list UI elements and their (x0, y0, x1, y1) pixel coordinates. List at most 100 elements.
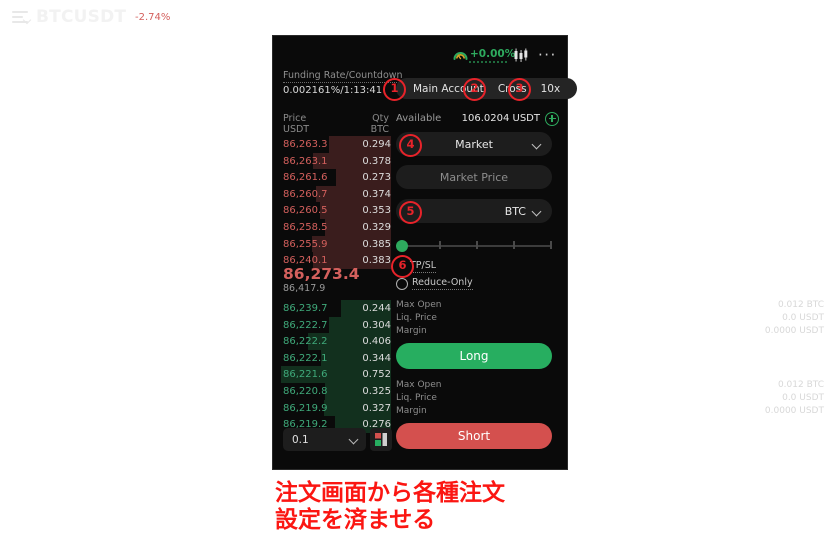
callout-6: 6 (391, 255, 414, 278)
orderbook-qty: 0.294 (362, 139, 391, 150)
funding-rate-value: 0.002161%/1:13:41 (283, 85, 383, 96)
stat-label: Liq. Price (396, 313, 437, 323)
available-value: 106.0204 USDT (461, 113, 540, 124)
quantity-unit: BTC (504, 205, 526, 218)
orderbook-row[interactable]: 86,222.2 0.406 (281, 333, 391, 350)
orderbook-qty: 0.244 (362, 303, 391, 314)
callout-3: 3 (508, 78, 531, 101)
stat-value: 0.0 USDT (782, 393, 824, 403)
orderbook-row[interactable]: 86,258.5 0.329 (281, 219, 391, 236)
orderbook-qty: 0.378 (362, 155, 391, 167)
orderbook-price: 86,222.2 (283, 336, 328, 348)
quantity-slider[interactable] (396, 240, 552, 252)
stat-label: Margin (396, 326, 427, 336)
orderbook-qty: 0.752 (362, 369, 391, 381)
long-button[interactable]: Long (396, 343, 552, 369)
orderbook-price: 86,255.9 (283, 238, 328, 250)
slider-handle[interactable] (396, 240, 408, 252)
stat-label: Max Open (396, 300, 442, 310)
orderbook-mid-price: 86,273.4 (283, 265, 360, 283)
price-placeholder: Market Price (439, 171, 509, 184)
orderbook-price: 86,239.7 (283, 303, 328, 314)
orderbook-price: 86,222.7 (283, 319, 328, 331)
more-options-icon[interactable]: ··· (538, 48, 557, 63)
stat-value: 0.012 BTC (777, 380, 824, 390)
slider-tick (476, 241, 478, 249)
funding-rate-label: Funding Rate/Countdown (283, 70, 403, 83)
short-button[interactable]: Short (396, 423, 552, 449)
orderbook-qty: 0.385 (362, 238, 391, 250)
orderbook-qty: 0.406 (362, 336, 391, 348)
orderbook-qty: 0.327 (362, 402, 391, 414)
tick-size-value: 0.1 (292, 434, 309, 446)
orderbook-price: 86,260.5 (283, 205, 328, 217)
orderbook-row[interactable]: 86,220.8 0.325 (281, 383, 391, 400)
orderbook-price: 86,263.3 (283, 139, 328, 150)
orderbook-price: 86,261.6 (283, 172, 328, 184)
orderbook-qty: 0.273 (362, 172, 391, 184)
callout-1: 1 (383, 78, 406, 101)
orderbook-price-unit: USDT (283, 124, 310, 135)
tick-size-select[interactable]: 0.1 (283, 428, 366, 451)
orderbook-price: 86,220.8 (283, 386, 328, 397)
symbol-change: -2.74% (135, 12, 171, 23)
screenshot-root: BTCUSDT -2.74% +0.00% ··· Funding Rate/C… (0, 0, 840, 560)
orderbook-qty: 0.383 (362, 255, 391, 267)
reduce-only-label[interactable]: Reduce-Only (412, 277, 473, 290)
orderbook-row[interactable]: 86,219.9 0.327 (281, 399, 391, 417)
reduce-only-radio[interactable] (396, 278, 408, 290)
price-input[interactable]: Market Price (396, 165, 552, 189)
orderbook-row[interactable]: 86,260.7 0.374 (281, 185, 391, 203)
orderbook-price: 86,222.1 (283, 352, 328, 364)
orderbook-qty-header: Qty (372, 113, 389, 124)
chevron-down-icon (348, 434, 359, 445)
orderbook-qty: 0.374 (362, 188, 391, 200)
orderbook-row[interactable]: 86,263.1 0.378 (281, 152, 391, 170)
orderbook-row[interactable]: 86,263.3 0.294 (281, 136, 391, 153)
stat-value: 0.0000 USDT (764, 326, 824, 336)
callout-4: 4 (399, 134, 422, 157)
plus-circle-icon[interactable] (545, 112, 559, 126)
orderbook-row[interactable]: 86,221.6 0.752 (281, 366, 391, 383)
orderbook-qty: 0.329 (362, 222, 391, 233)
orderbook-qty-unit: BTC (370, 124, 389, 135)
slider-tick (513, 241, 515, 249)
orderbook-index-price: 86,417.9 (283, 283, 326, 294)
orderbook-price: 86,260.7 (283, 188, 328, 200)
stat-value: 0.0000 USDT (764, 406, 824, 416)
symbol-title[interactable]: BTCUSDT (36, 7, 126, 27)
slider-tick (550, 241, 552, 249)
callout-2: 2 (463, 78, 486, 101)
orderbook-qty: 0.353 (362, 205, 391, 217)
leverage-selector[interactable]: 10x (534, 83, 568, 95)
slider-tick (439, 241, 441, 249)
orderbook-row[interactable]: 86,260.5 0.353 (281, 202, 391, 219)
candlestick-chart-icon[interactable] (513, 47, 529, 63)
orderbook-price: 86,258.5 (283, 222, 328, 233)
orderbook-row[interactable]: 86,255.9 0.385 (281, 235, 391, 253)
stat-label: Margin (396, 406, 427, 416)
orderbook-price-header: Price (283, 113, 307, 124)
orderbook-row[interactable]: 86,222.7 0.304 (281, 316, 391, 334)
stat-value: 0.0 USDT (782, 313, 824, 323)
orderbook-price: 86,263.1 (283, 155, 328, 167)
chevron-down-icon (531, 206, 542, 217)
caption-line-2: 設定を済ませる (275, 506, 436, 533)
account-settings-pills: Main Account Cross 10x (396, 78, 578, 99)
orderbook-qty: 0.325 (362, 386, 391, 397)
hamburger-sort-icon[interactable] (12, 11, 32, 25)
orderbook-row[interactable]: 86,239.7 0.244 (281, 300, 391, 317)
orderbook-qty: 0.304 (362, 319, 391, 331)
stat-label: Max Open (396, 380, 442, 390)
gauge-underline (469, 61, 507, 63)
gauge-icon (453, 52, 468, 60)
gauge-value: +0.00% (470, 48, 516, 60)
depth-view-toggle-icon[interactable] (370, 428, 392, 451)
callout-5: 5 (399, 201, 422, 224)
orderbook-price: 86,221.6 (283, 369, 328, 381)
orderbook-row[interactable]: 86,261.6 0.273 (281, 169, 391, 186)
orderbook-row[interactable]: 86,222.1 0.344 (281, 349, 391, 367)
caption-text: 注文画面から各種注文 設定を済ませる (275, 480, 505, 534)
orderbook-price: 86,219.9 (283, 402, 328, 414)
available-label: Available (396, 113, 442, 124)
